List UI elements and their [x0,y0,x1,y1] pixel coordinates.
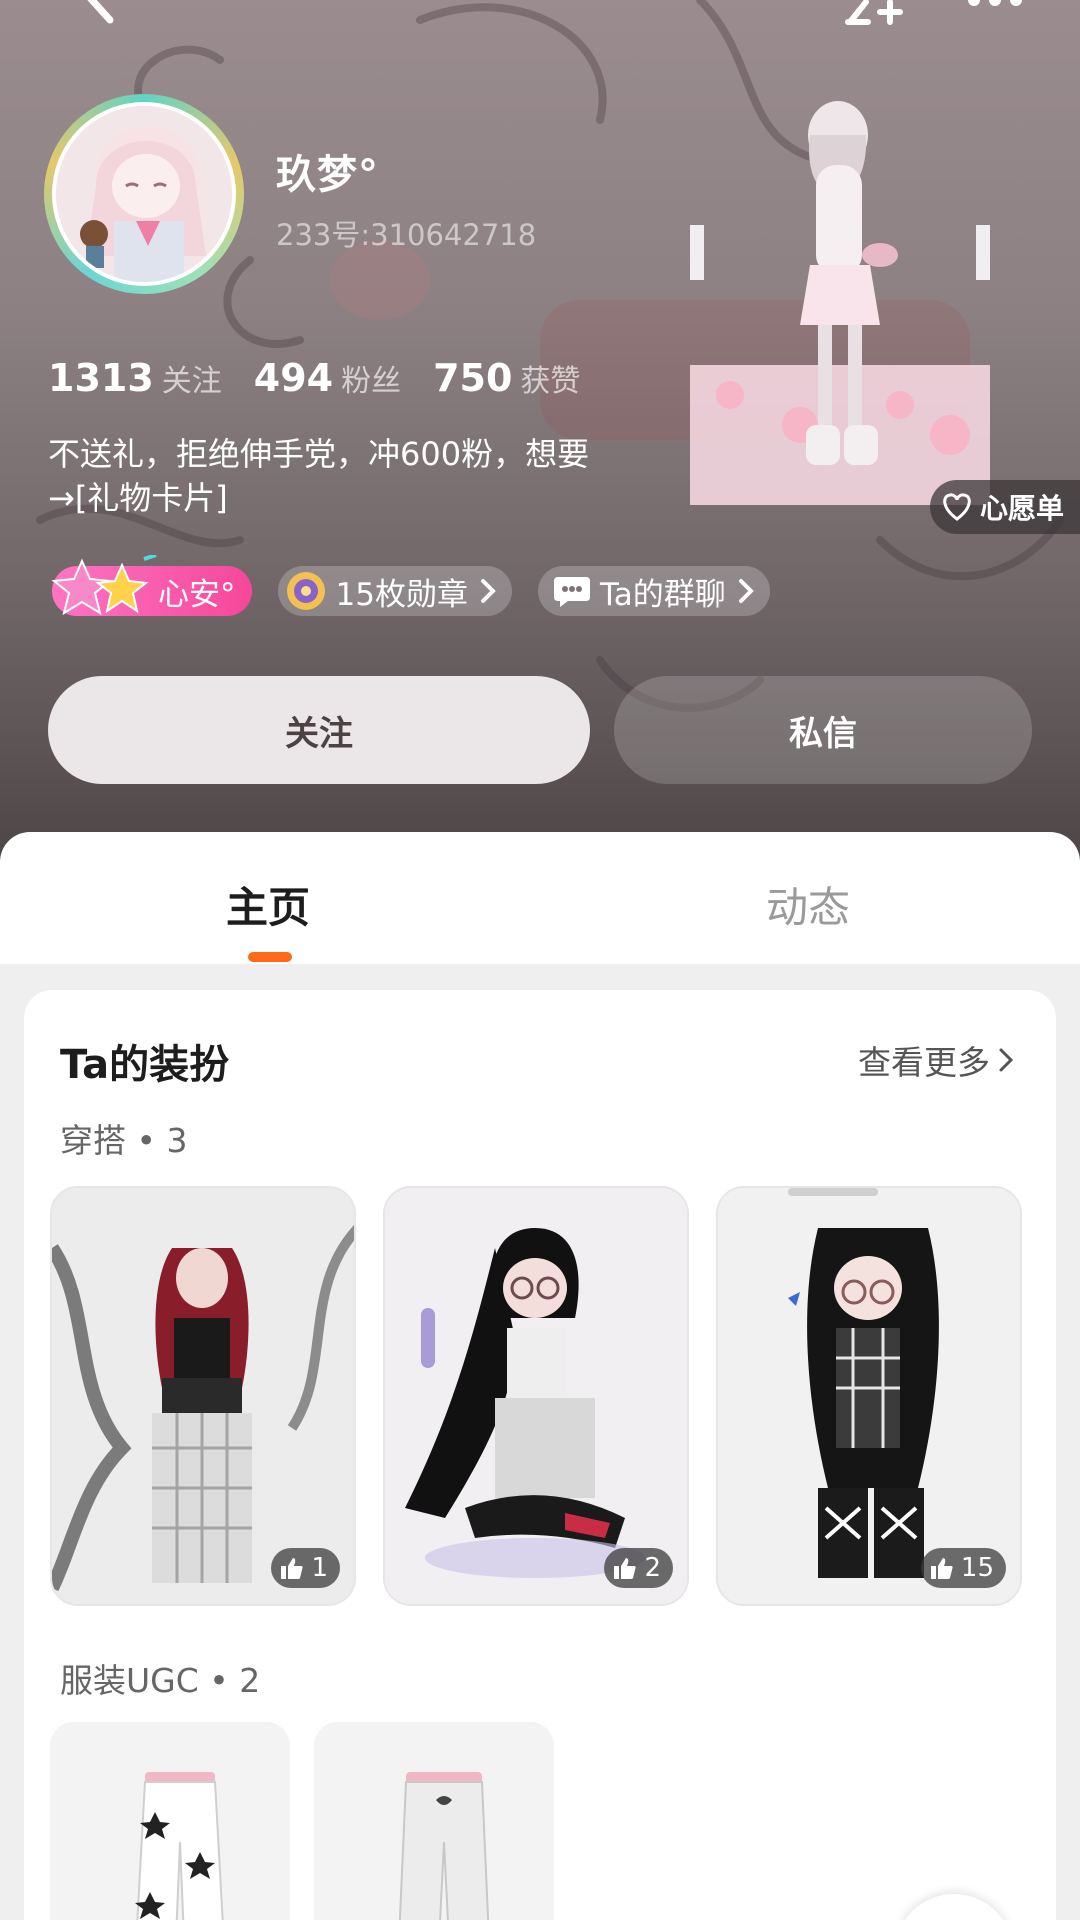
user-id[interactable]: 233号:310642718 [276,212,536,254]
outfit-count-label: 穿搭 • 3 [60,1121,188,1160]
section-title: Ta的装扮 [60,1042,230,1088]
more-icon[interactable] [960,0,1030,20]
avatar-image [52,102,236,286]
like-count-badge: 15 [920,1548,1006,1588]
wishlist-button[interactable]: 心愿单 [930,480,1080,534]
chips-row: 心安° 15枚勋章 Ta的群聊 [51,555,796,616]
stat-likes[interactable]: 750 获赞 [433,356,580,400]
outfit-image [385,1188,687,1604]
group-chat-chip[interactable]: Ta的群聊 [537,566,770,616]
like-count: 15 [960,1553,994,1583]
mood-label: 心安° [158,576,236,613]
thumbs-up-icon [614,1558,637,1579]
thumbs-up-icon [930,1558,953,1579]
active-tab-indicator [248,952,292,962]
add-friend-icon[interactable] [838,0,908,32]
stat-value: 750 [433,356,513,400]
like-count: 1 [311,1553,328,1583]
tab-feed[interactable]: 动态 [766,874,850,935]
outfit-card-section: Ta的装扮 查看更多 穿搭 • 3 1 2 15 服装UGC • 2 [24,990,1056,1920]
heart-icon [943,493,971,521]
see-more-label: 查看更多 [858,1043,990,1082]
medal-icon [286,572,325,610]
ugc-image [50,1722,290,1920]
stats-row: 1313 关注 494 粉丝 750 获赞 [48,356,612,400]
chevron-right-icon [480,579,496,603]
outfit-image [52,1188,354,1604]
outfit-item[interactable]: 15 [716,1186,1022,1606]
avatar[interactable] [30,88,260,303]
username: 玖梦° [276,152,379,198]
stat-following[interactable]: 1313 关注 [48,356,222,400]
like-count: 2 [644,1553,661,1583]
character-avatar-3d[interactable] [690,95,990,505]
thumbs-up-icon [281,1558,304,1579]
chevron-right-icon [999,1048,1014,1072]
back-icon[interactable] [70,0,130,30]
tab-bar: 主页 动态 [0,832,1080,964]
outfit-item[interactable]: 1 [50,1186,356,1606]
avatar-frame [44,94,244,294]
message-button[interactable]: 私信 [614,676,1032,784]
ugc-count-label: 服装UGC • 2 [60,1661,261,1700]
stat-value: 1313 [48,356,154,400]
medals-label: 15枚勋章 [335,576,468,613]
like-count-badge: 2 [604,1548,673,1588]
stat-value: 494 [253,356,334,400]
outfit-list: 1 2 15 [50,1186,1049,1606]
star-icon [51,555,157,616]
outfit-item[interactable]: 2 [383,1186,689,1606]
stat-followers[interactable]: 494 粉丝 [254,356,401,400]
like-count-badge: 1 [271,1548,340,1588]
ugc-item[interactable] [314,1722,554,1920]
see-more-link[interactable]: 查看更多 [858,1036,1014,1084]
bio-text: 不送礼，拒绝伸手党，冲600粉，想要→[礼物卡片] [48,435,590,517]
action-row: 关注 私信 [48,676,1032,784]
ugc-list [50,1722,578,1920]
stat-label: 关注 [161,364,222,399]
wishlist-label: 心愿单 [980,492,1065,525]
mood-chip[interactable]: 心安° [51,555,252,616]
medals-chip[interactable]: 15枚勋章 [277,566,512,616]
chat-bubble-icon [553,577,590,607]
outfit-image [718,1188,1020,1604]
ugc-item[interactable] [50,1722,290,1920]
ugc-image [314,1722,554,1920]
group-chat-label: Ta的群聊 [599,576,726,613]
stat-label: 获赞 [520,364,581,399]
follow-button[interactable]: 关注 [48,676,590,784]
profile-header: 玖梦° 233号:310642718 1313 关注 494 粉丝 750 获赞… [0,0,1080,860]
tab-home[interactable]: 主页 [226,874,310,935]
stat-label: 粉丝 [341,364,402,399]
chevron-right-icon [738,579,754,603]
